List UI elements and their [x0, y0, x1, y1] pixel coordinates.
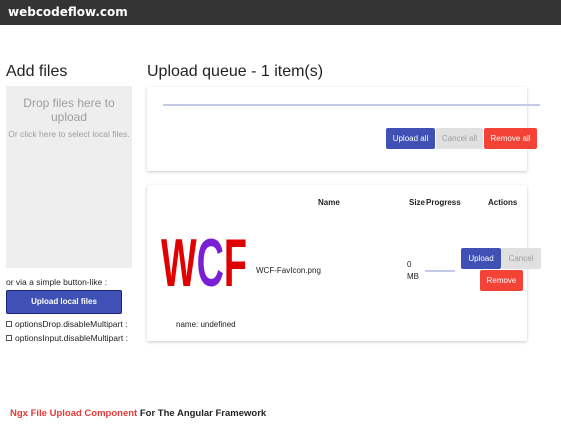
options-drop-checkbox[interactable]	[6, 321, 12, 327]
options-drop-checkbox-row[interactable]: optionsDrop.disableMultipart :	[6, 319, 127, 329]
queue-summary-card: Upload all Cancel all Remove all	[147, 87, 540, 171]
drop-zone-title: Drop files here to upload	[23, 96, 115, 124]
upload-all-button[interactable]: Upload all	[386, 128, 435, 149]
remove-button[interactable]: Remove	[480, 270, 523, 291]
svg-text:WCF: WCF	[161, 233, 247, 289]
file-item-card: Name Size Progress Actions WCF WCF-FavIc…	[147, 185, 541, 341]
file-size: 0 MB	[407, 259, 423, 283]
remove-all-button[interactable]: Remove all	[484, 128, 537, 149]
col-header-name: Name	[318, 198, 340, 207]
add-files-heading: Add files	[6, 63, 68, 80]
alt-upload-label: or via a simple button-like :	[6, 277, 108, 287]
top-bar: webcodeflow.com	[0, 0, 561, 25]
brand-title: webcodeflow.com	[8, 5, 128, 19]
upload-queue-heading: Upload queue - 1 item(s)	[147, 63, 324, 80]
options-input-checkbox-row[interactable]: optionsInput.disableMultipart :	[6, 333, 128, 343]
options-input-checkbox[interactable]	[6, 335, 12, 341]
col-header-actions: Actions	[488, 198, 518, 207]
col-header-size: Size	[409, 198, 426, 207]
footer-rest: For The Angular Framework	[137, 408, 267, 419]
file-thumbnail: WCF	[161, 233, 247, 289]
file-progress-bar	[425, 270, 455, 272]
drop-zone[interactable]: Drop files here to upload Or click here …	[6, 86, 132, 268]
upload-local-files-button[interactable]: Upload local files	[6, 290, 122, 314]
drop-zone-subtitle: Or click here to select local files.	[8, 129, 130, 139]
col-header-progress: Progress	[426, 198, 461, 207]
file-name: WCF-FavIcon.png	[256, 266, 321, 275]
upload-button[interactable]: Upload	[461, 248, 501, 269]
cancel-all-button[interactable]: Cancel all	[436, 128, 483, 149]
cancel-button[interactable]: Cancel	[501, 248, 541, 269]
footer-highlight: Ngx File Upload Component	[10, 408, 138, 419]
queue-progress-bar	[163, 104, 540, 106]
options-drop-label: optionsDrop.disableMultipart :	[15, 319, 128, 329]
options-input-label: optionsInput.disableMultipart :	[15, 333, 128, 343]
file-meta-name: name: undefined	[176, 320, 236, 329]
file-size-value: 0	[407, 260, 412, 269]
file-size-unit: MB	[407, 272, 419, 281]
footer-caption: Ngx File Upload Component For The Angula…	[10, 408, 266, 419]
